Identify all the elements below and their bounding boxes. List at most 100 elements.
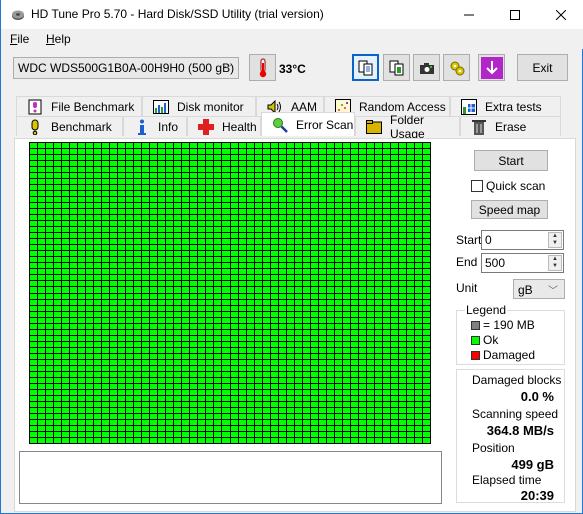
- scan-block: [158, 233, 165, 238]
- start-scan-button[interactable]: Start: [474, 150, 548, 171]
- scan-block: [54, 336, 61, 341]
- scan-block: [214, 191, 221, 196]
- scan-block: [214, 336, 221, 341]
- scan-block: [271, 342, 278, 347]
- scan-block: [110, 221, 117, 226]
- scan-block: [399, 396, 406, 401]
- scan-block: [367, 269, 374, 274]
- scan-block: [319, 366, 326, 371]
- spin-up-icon[interactable]: ▲: [552, 256, 558, 263]
- scan-block: [359, 263, 366, 268]
- scan-block: [70, 384, 77, 389]
- spin-up-icon[interactable]: ▲: [552, 233, 558, 240]
- scan-block: [303, 420, 310, 425]
- scan-block: [166, 300, 173, 305]
- scan-block: [359, 348, 366, 353]
- end-spinner[interactable]: ▲ ▼: [548, 255, 562, 271]
- scan-block: [231, 366, 238, 371]
- tab-disk-monitor[interactable]: Disk monitor: [142, 96, 256, 116]
- scan-block: [319, 143, 326, 148]
- checkbox-box[interactable]: [471, 180, 483, 192]
- tab-folder-usage[interactable]: Folder Usage: [355, 113, 460, 141]
- scan-block: [134, 390, 141, 395]
- scan-block: [279, 227, 286, 232]
- maximize-button[interactable]: [492, 0, 538, 29]
- drive-select[interactable]: WDC WDS500G1B0A-00H9H0 (500 gB) ﹀: [13, 57, 239, 79]
- unit-select[interactable]: gB ﹀: [513, 279, 565, 299]
- scan-block: [271, 438, 278, 443]
- scan-block: [30, 221, 37, 226]
- scan-block: [126, 342, 133, 347]
- scan-block: [287, 143, 294, 148]
- scan-block: [206, 354, 213, 359]
- tab-health[interactable]: Health: [187, 116, 261, 136]
- tab-file-benchmark[interactable]: File Benchmark: [16, 96, 142, 116]
- scan-block: [118, 185, 125, 190]
- quick-scan-checkbox[interactable]: Quick scan: [471, 179, 545, 193]
- scan-block: [319, 233, 326, 238]
- scan-block: [303, 348, 310, 353]
- scan-block: [311, 239, 318, 244]
- tab-info[interactable]: Info: [123, 116, 187, 136]
- scan-block: [94, 378, 101, 383]
- save-button[interactable]: [478, 54, 505, 81]
- scan-block: [62, 300, 69, 305]
- screenshot-button[interactable]: [413, 54, 440, 81]
- scan-block: [319, 300, 326, 305]
- spin-down-icon[interactable]: ▼: [552, 263, 558, 270]
- scan-block: [231, 167, 238, 172]
- scan-block: [94, 360, 101, 365]
- scan-block: [415, 233, 422, 238]
- scan-block: [38, 318, 45, 323]
- menu-file[interactable]: File: [10, 32, 29, 46]
- scan-block: [86, 149, 93, 154]
- scan-block: [351, 227, 358, 232]
- minimize-button[interactable]: [446, 0, 492, 29]
- scan-block: [423, 287, 430, 293]
- scan-block: [222, 300, 230, 305]
- close-button[interactable]: [538, 0, 583, 29]
- scan-block: [239, 155, 246, 160]
- scan-block: [102, 275, 109, 280]
- temperature-button[interactable]: [249, 54, 276, 81]
- scan-block: [38, 215, 45, 220]
- end-position-input[interactable]: 500 ▲ ▼: [481, 253, 564, 273]
- scan-block: [190, 384, 197, 389]
- scan-block: [279, 366, 286, 371]
- tab-extra-tests[interactable]: Extra tests: [450, 96, 561, 116]
- scan-block: [359, 227, 366, 232]
- spin-down-icon[interactable]: ▼: [552, 240, 558, 247]
- exit-button[interactable]: Exit: [517, 54, 568, 81]
- menu-file-rest: ile: [17, 32, 30, 46]
- scan-block: [70, 414, 77, 419]
- scan-block: [383, 191, 390, 196]
- scan-block: [54, 239, 61, 244]
- speed-map-button[interactable]: Speed map: [471, 200, 548, 219]
- scan-block: [407, 179, 414, 184]
- scan-block: [327, 330, 334, 335]
- scan-block: [150, 324, 157, 329]
- start-position-input[interactable]: 0 ▲ ▼: [481, 230, 564, 250]
- menu-help[interactable]: Help: [46, 32, 71, 46]
- scan-block: [359, 221, 366, 226]
- scan-block: [166, 191, 173, 196]
- scan-block: [126, 203, 133, 208]
- copy-screenshot-button[interactable]: [383, 54, 410, 81]
- scan-block: [351, 348, 358, 353]
- copy-text-button[interactable]: [352, 54, 379, 81]
- scan-block: [214, 185, 221, 190]
- scan-block: [287, 408, 294, 413]
- tab-benchmark[interactable]: Benchmark: [16, 116, 123, 136]
- tab-erase[interactable]: Erase: [460, 116, 561, 136]
- scan-block: [255, 251, 262, 256]
- scan-block: [174, 432, 181, 437]
- options-button[interactable]: [443, 54, 470, 81]
- tab-error-scan[interactable]: Error Scan: [261, 112, 355, 136]
- scan-block: [126, 275, 133, 280]
- scan-block: [279, 402, 286, 407]
- scan-block: [198, 263, 205, 268]
- scan-block: [231, 269, 238, 274]
- start-spinner[interactable]: ▲ ▼: [548, 232, 562, 248]
- scan-block: [231, 257, 238, 262]
- scan-block: [182, 354, 189, 359]
